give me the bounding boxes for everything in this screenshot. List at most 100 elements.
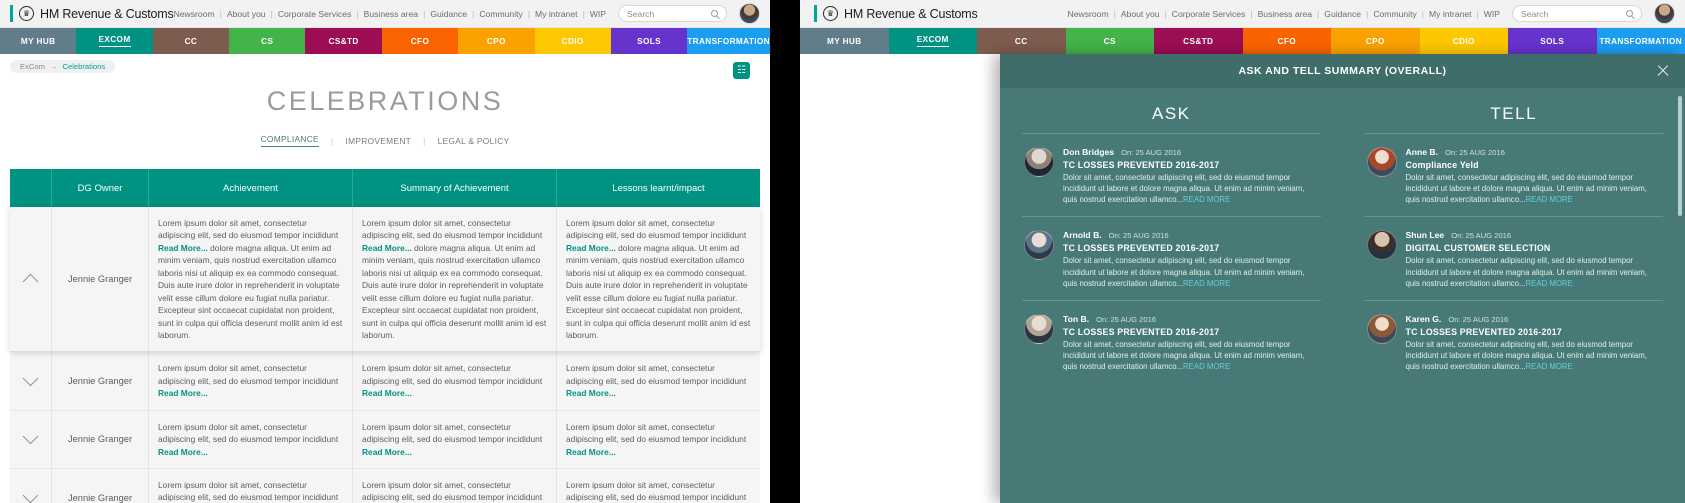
nav-tab-my-hub[interactable]: MY HUB: [0, 28, 77, 54]
nav-tab-cfo[interactable]: CFO: [381, 28, 459, 54]
overlay-card[interactable]: Shun Lee On: 25 AUG 2016 DIGITAL CUSTOMER …: [1364, 216, 1663, 299]
card-meta: Shun Lee On: 25 AUG 2016: [1406, 230, 1662, 240]
nav-tab-cs[interactable]: CS: [229, 28, 306, 54]
read-more-link[interactable]: Read More...: [362, 447, 412, 457]
top-nav-link-business-area[interactable]: Business area: [364, 9, 418, 19]
top-nav-link-business-area[interactable]: Business area: [1258, 9, 1312, 19]
sub-tab-improvement[interactable]: IMPROVEMENT: [345, 136, 411, 146]
table-row[interactable]: Jennie Granger Lorem ipsum dolor sit amet…: [10, 352, 760, 411]
nav-tab-cpo[interactable]: CPO: [1331, 28, 1420, 54]
top-nav-link-wip[interactable]: WIP: [590, 9, 606, 19]
sub-tab-legal-policy[interactable]: LEGAL & POLICY: [438, 136, 510, 146]
search-icon[interactable]: [711, 10, 718, 17]
top-nav-link-wip[interactable]: WIP: [1484, 9, 1500, 19]
nav-tab-cc[interactable]: CC: [152, 28, 230, 54]
top-nav-separator: |: [527, 8, 531, 19]
read-more-link[interactable]: Read More...: [566, 243, 616, 253]
card-meta: Arnold B. On: 25 AUG 2016: [1063, 230, 1319, 240]
overlay-scrollbar[interactable]: [1678, 96, 1682, 216]
nav-tab-excom[interactable]: EXCOM: [76, 28, 153, 54]
nav-tab-cs-td[interactable]: CS&TD: [305, 28, 382, 54]
avatar[interactable]: [739, 3, 760, 24]
main-nav-tabs[interactable]: MY HUB EXCOM CC CS CS&TD CFO CPO CDIO SOLS TRANSF…: [0, 28, 770, 54]
achievements-table: DG Owner Achievement Summary of Achievem…: [10, 169, 760, 503]
top-nav-link-community[interactable]: Community: [1373, 9, 1416, 19]
read-more-link[interactable]: Read More...: [158, 243, 208, 253]
close-icon[interactable]: [1656, 64, 1670, 78]
table-row[interactable]: Jennie Granger Lorem ipsum dolor sit amet…: [10, 469, 760, 503]
top-nav-link-my-intranet[interactable]: My intranet: [535, 9, 578, 19]
table-row[interactable]: Jennie Granger Lorem ipsum dolor sit amet…: [10, 207, 760, 353]
read-more-link[interactable]: READ MORE: [1183, 279, 1230, 288]
overlay-card[interactable]: Anne B. On: 25 AUG 2016 Compliance Yeld Dol…: [1364, 133, 1663, 216]
read-more-link[interactable]: READ MORE: [1183, 362, 1230, 371]
nav-tab-cs-td[interactable]: CS&TD: [1154, 28, 1243, 54]
cell-dg-owner: Jennie Granger: [51, 352, 148, 410]
read-more-link[interactable]: READ MORE: [1526, 279, 1573, 288]
table-row[interactable]: Jennie Granger Lorem ipsum dolor sit amet…: [10, 410, 760, 469]
nav-tab-cpo[interactable]: CPO: [458, 28, 535, 54]
search-box[interactable]: [1512, 5, 1642, 22]
chevron-down-icon[interactable]: [10, 352, 51, 409]
top-nav-link-guidance[interactable]: Guidance: [1324, 9, 1361, 19]
sub-tab-compliance[interactable]: COMPLIANCE: [260, 134, 319, 147]
sub-tabs[interactable]: COMPLIANCE | IMPROVEMENT | LEGAL & POLICY: [0, 134, 770, 147]
breadcrumb[interactable]: ExCom → Celebrations: [10, 60, 116, 73]
search-input[interactable]: [627, 8, 711, 19]
top-nav-link-about-you[interactable]: About you: [1121, 9, 1160, 19]
card-date: On: 25 AUG 2016: [1448, 314, 1509, 324]
top-nav-link-guidance[interactable]: Guidance: [430, 9, 467, 19]
card-text: Dolor sit amet, consectetur adipiscing e…: [1063, 173, 1305, 205]
top-nav-link-corporate-services[interactable]: Corporate Services: [278, 9, 352, 19]
card-text: Dolor sit amet, consectetur adipiscing e…: [1405, 173, 1647, 205]
top-nav-link-about-you[interactable]: About you: [227, 9, 266, 19]
nav-tab-cc[interactable]: CC: [977, 28, 1066, 54]
read-more-link[interactable]: Read More...: [362, 243, 412, 253]
breadcrumb-root[interactable]: ExCom: [20, 62, 45, 71]
top-nav-separator: |: [1250, 8, 1253, 19]
brand-name: HM Revenue & Customs: [844, 6, 978, 21]
nav-tab-cdio[interactable]: CDIO: [534, 28, 611, 54]
card-avatar: [1024, 313, 1054, 344]
read-more-link[interactable]: Read More...: [158, 447, 208, 457]
nav-tab-sols[interactable]: SOLS: [610, 28, 688, 54]
top-nav-link-newsroom[interactable]: Newsroom: [1068, 9, 1109, 19]
nav-tab-transformation[interactable]: TRANSFORMATION: [687, 28, 770, 54]
read-more-link[interactable]: Read More...: [362, 388, 412, 398]
nav-tab-cs[interactable]: CS: [1065, 28, 1154, 54]
read-more-link[interactable]: READ MORE: [1526, 195, 1573, 204]
search-input[interactable]: [1521, 8, 1626, 19]
read-more-link[interactable]: READ MORE: [1526, 362, 1573, 371]
read-more-link[interactable]: Read More...: [566, 447, 616, 457]
search-icon[interactable]: [1626, 10, 1633, 17]
top-nav-link-community[interactable]: Community: [479, 9, 522, 19]
top-nav-link-newsroom[interactable]: Newsroom: [174, 9, 215, 19]
nav-tab-cdio[interactable]: CDIO: [1419, 28, 1508, 54]
nav-tab-transformation[interactable]: TRANSFORMATION: [1596, 28, 1685, 54]
globe-icon[interactable]: ☷: [733, 62, 750, 79]
cell-achievement: Lorem ipsum dolor sit amet, consectetur …: [148, 410, 352, 468]
nav-tab-cfo[interactable]: CFO: [1242, 28, 1331, 54]
avatar[interactable]: [1654, 3, 1675, 24]
overlay-card[interactable]: Don Bridges On: 25 AUG 2016 TC LOSSES PREV…: [1022, 133, 1321, 216]
top-nav-link-corporate-services[interactable]: Corporate Services: [1172, 9, 1246, 19]
main-nav-tabs[interactable]: MY HUB EXCOM CC CS CS&TD CFO CPO CDIO SOLS TRANSF…: [800, 28, 1685, 54]
read-more-link[interactable]: Read More...: [158, 388, 208, 398]
chevron-down-icon[interactable]: [10, 469, 51, 503]
top-nav-link-my-intranet[interactable]: My intranet: [1429, 9, 1472, 19]
cell-text: Lorem ipsum dolor sit amet, consectetur …: [362, 421, 543, 457]
chevron-down-icon[interactable]: [10, 411, 51, 468]
overlay-card[interactable]: Arnold B. On: 25 AUG 2016 TC LOSSES PREVEN…: [1022, 216, 1321, 299]
search-box[interactable]: [618, 5, 727, 22]
card-author: Karen G.: [1405, 313, 1442, 324]
overlay-card[interactable]: Ton B. On: 25 AUG 2016 TC LOSSES PREVENTED…: [1022, 299, 1321, 383]
top-nav-links: Newsroom | About you | Corporate Services | Bu…: [174, 9, 606, 19]
read-more-link[interactable]: READ MORE: [1183, 195, 1230, 204]
card-heading: DIGITAL CUSTOMER SELECTION: [1405, 243, 1551, 254]
chevron-up-icon[interactable]: [10, 207, 51, 351]
overlay-card[interactable]: Karen G. On: 25 AUG 2016 TC LOSSES PREVENT…: [1364, 299, 1663, 383]
read-more-link[interactable]: Read More...: [566, 388, 616, 398]
nav-tab-excom[interactable]: EXCOM: [888, 28, 977, 54]
nav-tab-sols[interactable]: SOLS: [1508, 28, 1597, 54]
nav-tab-my-hub[interactable]: MY HUB: [800, 28, 889, 54]
